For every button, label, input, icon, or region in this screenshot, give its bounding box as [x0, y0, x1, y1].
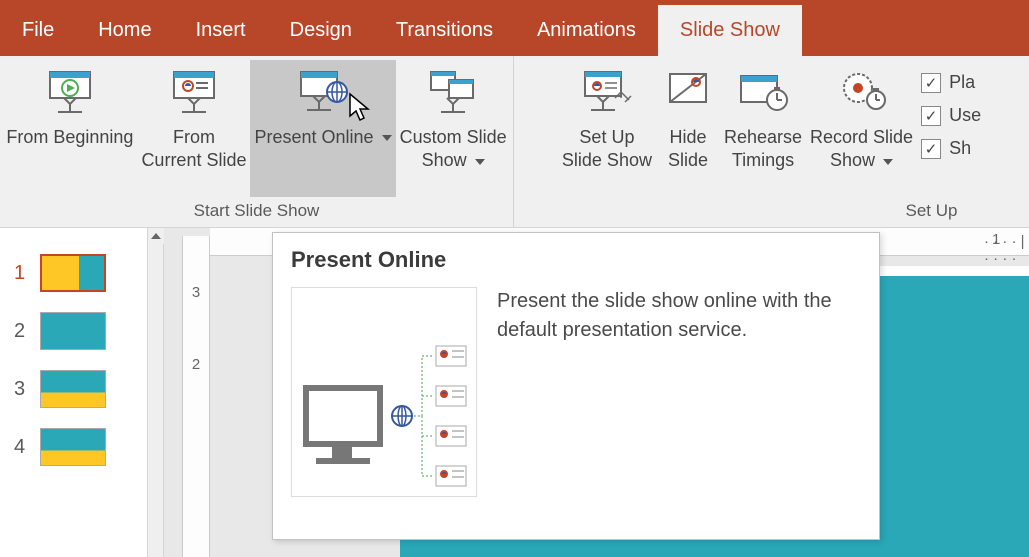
- set-up-group-label: Set Up: [516, 197, 1027, 227]
- tab-design[interactable]: Design: [268, 5, 374, 56]
- record-slide-show-label: Record Slide Show: [810, 126, 913, 173]
- custom-slide-show-button[interactable]: Custom Slide Show: [396, 60, 511, 197]
- dropdown-arrow-icon: [382, 135, 392, 141]
- custom-slide-show-label: Custom Slide Show: [400, 126, 507, 173]
- tab-insert[interactable]: Insert: [174, 5, 268, 56]
- from-current-slide-button[interactable]: From Current Slide: [137, 60, 250, 197]
- dropdown-arrow-icon: [475, 159, 485, 165]
- use-timings-checkbox[interactable]: ✓ Use: [917, 99, 985, 132]
- hide-slide-label: Hide Slide: [668, 126, 708, 173]
- present-online-tooltip: Present Online: [272, 232, 880, 540]
- rehearse-timings-icon: [735, 64, 791, 120]
- thumbnail-slide-4[interactable]: 4: [0, 422, 147, 480]
- thumbnail-slide-3[interactable]: 3: [0, 364, 147, 422]
- ruler-mark: · · · · | · · · ·: [984, 233, 1029, 267]
- use-timings-label: Use: [949, 105, 981, 126]
- ruler-tick: 2: [192, 328, 200, 400]
- scroll-up-icon[interactable]: [148, 228, 164, 244]
- vertical-ruler: 3 2: [182, 236, 210, 557]
- ribbon-group-start: From Beginning From Current Slide: [0, 56, 514, 227]
- show-media-controls-checkbox[interactable]: ✓ Sh: [917, 132, 985, 165]
- tab-home[interactable]: Home: [76, 5, 173, 56]
- tab-animations[interactable]: Animations: [515, 5, 658, 56]
- ribbon-group-setup: Set Up Slide Show Hide Slide: [514, 56, 1029, 227]
- set-up-show-label: Set Up Slide Show: [562, 126, 652, 173]
- set-up-slide-show-button[interactable]: Set Up Slide Show: [558, 60, 656, 197]
- from-current-slide-label: From Current Slide: [141, 126, 246, 173]
- present-online-button[interactable]: Present Online: [250, 60, 395, 197]
- thumbnail-preview: [40, 428, 106, 466]
- thumbnail-number: 1: [14, 262, 32, 285]
- thumbnails-scrollbar[interactable]: [148, 228, 164, 557]
- from-beginning-label: From Beginning: [6, 126, 133, 149]
- show-media-controls-label: Sh: [949, 138, 971, 159]
- tab-file[interactable]: File: [0, 5, 76, 56]
- checkbox-checked-icon: ✓: [921, 139, 941, 159]
- tab-transitions[interactable]: Transitions: [374, 5, 515, 56]
- thumbnail-number: 3: [14, 378, 32, 401]
- play-narrations-checkbox[interactable]: ✓ Pla: [917, 66, 985, 99]
- ribbon: From Beginning From Current Slide: [0, 56, 1029, 228]
- custom-slide-show-icon: [425, 64, 481, 120]
- record-slide-show-button[interactable]: Record Slide Show: [806, 60, 917, 197]
- ruler-tick: 3: [192, 256, 200, 328]
- tab-slide-show[interactable]: Slide Show: [658, 5, 802, 56]
- rehearse-timings-button[interactable]: Rehearse Timings: [720, 60, 806, 197]
- checkbox-checked-icon: ✓: [921, 73, 941, 93]
- hide-slide-button[interactable]: Hide Slide: [656, 60, 720, 197]
- checkbox-checked-icon: ✓: [921, 106, 941, 126]
- from-beginning-icon: [42, 64, 98, 120]
- set-up-show-icon: [579, 64, 635, 120]
- start-slide-show-group-label: Start Slide Show: [2, 197, 511, 227]
- hide-slide-icon: [660, 64, 716, 120]
- thumbnail-preview: [40, 370, 106, 408]
- setup-checkboxes: ✓ Pla ✓ Use ✓ Sh: [917, 60, 985, 197]
- thumbnail-number: 2: [14, 320, 32, 343]
- thumbnail-slide-1[interactable]: 1: [0, 248, 147, 306]
- ruler-number: 1: [992, 231, 1000, 248]
- slide-thumbnails-panel: 1 2 3 4: [0, 228, 148, 557]
- from-current-slide-icon: [166, 64, 222, 120]
- tooltip-description: Present the slide show online with the d…: [497, 287, 861, 497]
- present-online-label: Present Online: [254, 126, 391, 149]
- from-beginning-button[interactable]: From Beginning: [2, 60, 137, 197]
- record-slide-show-icon: [834, 64, 890, 120]
- thumbnail-slide-2[interactable]: 2: [0, 306, 147, 364]
- thumbnail-number: 4: [14, 436, 32, 459]
- tooltip-diagram-icon: [291, 287, 477, 497]
- thumbnail-preview: [40, 312, 106, 350]
- thumbnail-preview: [40, 254, 106, 292]
- play-narrations-label: Pla: [949, 72, 975, 93]
- present-online-icon: [295, 64, 351, 120]
- dropdown-arrow-icon: [883, 159, 893, 165]
- rehearse-timings-label: Rehearse Timings: [724, 126, 802, 173]
- tooltip-title: Present Online: [291, 247, 861, 273]
- ribbon-tab-bar: File Home Insert Design Transitions Anim…: [0, 0, 1029, 56]
